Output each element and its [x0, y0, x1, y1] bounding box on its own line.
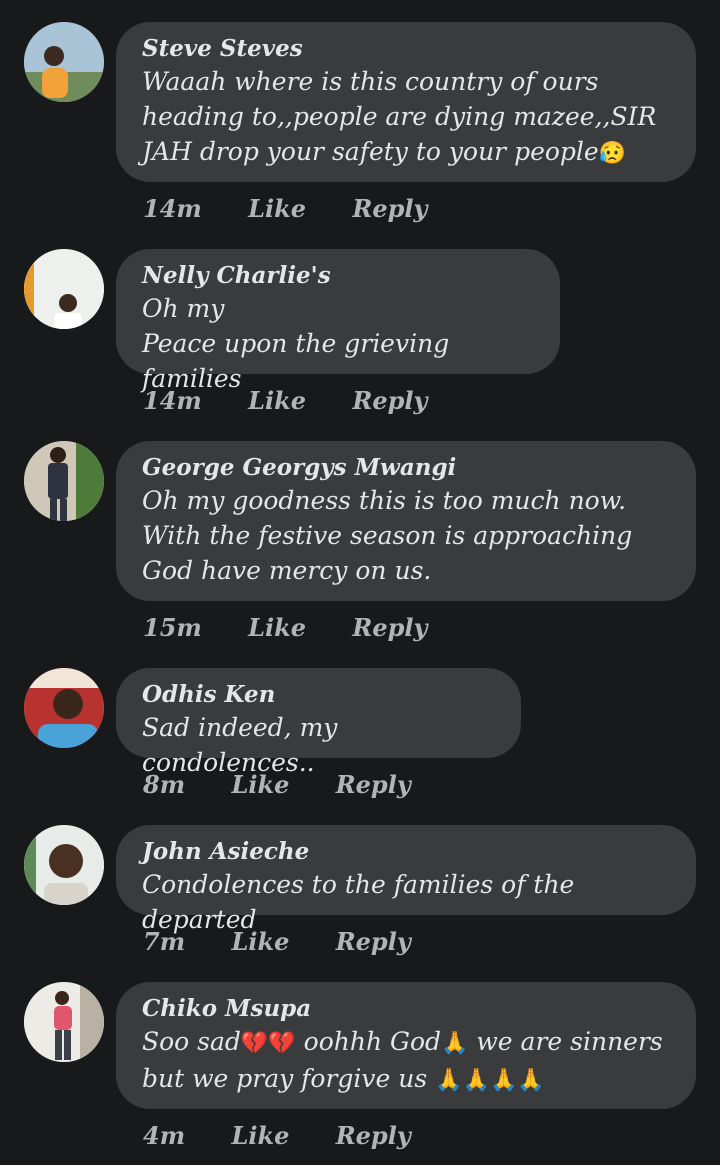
comment-text: Soo sad💔💔 oohhh God🙏 we are sinners but …: [142, 1027, 671, 1093]
like-button[interactable]: Like: [231, 770, 289, 799]
avatar[interactable]: [24, 668, 104, 748]
comment-text: Oh my goodness this is too much now. Wit…: [142, 486, 641, 585]
comment-text: Waaah where is this country of ours head…: [142, 67, 665, 166]
broken-heart-emoji: 💔💔: [240, 1031, 296, 1056]
avatar-photo: [24, 441, 104, 521]
comment-actions: 4m Like Reply: [143, 1121, 411, 1150]
comment-author[interactable]: John Asieche: [142, 837, 670, 867]
reply-button[interactable]: Reply: [352, 386, 427, 415]
comment-bubble: Nelly Charlie's Oh my Peace upon the gri…: [116, 249, 560, 393]
comment-bubble: John Asieche Condolences to the families…: [116, 825, 696, 934]
like-button[interactable]: Like: [231, 1121, 289, 1150]
comment-actions: 7m Like Reply: [143, 927, 411, 956]
comment-text: Oh my Peace upon the grieving families: [142, 294, 450, 393]
comment-time[interactable]: 15m: [143, 613, 202, 642]
comment-actions: 14m Like Reply: [143, 194, 427, 223]
like-button[interactable]: Like: [248, 386, 306, 415]
avatar-photo: [24, 22, 104, 102]
praying-hands-emoji: 🙏🙏🙏🙏: [435, 1068, 545, 1093]
avatar[interactable]: [24, 22, 104, 102]
avatar-photo: [24, 249, 104, 329]
avatar[interactable]: [24, 825, 104, 905]
comment-bubble: Odhis Ken Sad indeed, my condolences..: [116, 668, 521, 777]
praying-hands-emoji: 🙏: [441, 1031, 469, 1056]
comment-actions: 14m Like Reply: [143, 386, 427, 415]
comment-bubble: George Georgys Mwangi Oh my goodness thi…: [116, 441, 696, 601]
comment-actions: 15m Like Reply: [143, 613, 427, 642]
comment-time[interactable]: 14m: [143, 386, 202, 415]
reply-button[interactable]: Reply: [336, 927, 411, 956]
like-button[interactable]: Like: [231, 927, 289, 956]
comment-bubble: Steve Steves Waaah where is this country…: [116, 22, 696, 182]
comment-actions: 8m Like Reply: [143, 770, 411, 799]
avatar-photo: [24, 982, 104, 1062]
comment-author[interactable]: Steve Steves: [142, 34, 670, 64]
comment-bubble: Chiko Msupa Soo sad💔💔 oohhh God🙏 we are …: [116, 982, 696, 1109]
comment-author[interactable]: George Georgys Mwangi: [142, 453, 670, 483]
like-button[interactable]: Like: [248, 613, 306, 642]
reply-button[interactable]: Reply: [352, 613, 427, 642]
sad-emoji: 😥: [598, 141, 627, 166]
comment-time[interactable]: 7m: [143, 927, 185, 956]
comment-time[interactable]: 8m: [143, 770, 185, 799]
comment-time[interactable]: 4m: [143, 1121, 185, 1150]
avatar-photo: [24, 825, 104, 905]
avatar-photo: [24, 668, 104, 748]
comment-author[interactable]: Chiko Msupa: [142, 994, 670, 1024]
comment-author[interactable]: Odhis Ken: [142, 680, 495, 710]
avatar[interactable]: [24, 982, 104, 1062]
avatar[interactable]: [24, 441, 104, 521]
reply-button[interactable]: Reply: [336, 1121, 411, 1150]
like-button[interactable]: Like: [248, 194, 306, 223]
reply-button[interactable]: Reply: [352, 194, 427, 223]
reply-button[interactable]: Reply: [336, 770, 411, 799]
comment-author[interactable]: Nelly Charlie's: [142, 261, 534, 291]
avatar[interactable]: [24, 249, 104, 329]
comment-time[interactable]: 14m: [143, 194, 202, 223]
